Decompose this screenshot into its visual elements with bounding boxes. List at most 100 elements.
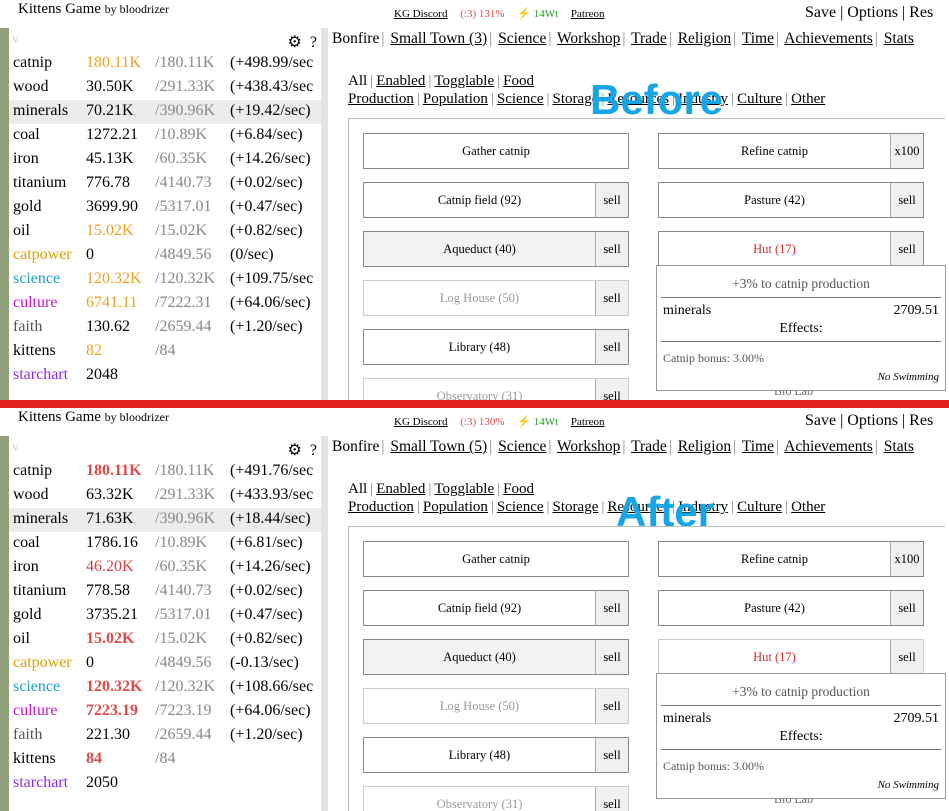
resource-row-gold[interactable]: gold 3699.90/5317.01 (+0.47/sec)	[9, 196, 321, 220]
tab-stats[interactable]: Stats	[884, 30, 914, 47]
library-button[interactable]: Library (48) sell	[363, 329, 629, 365]
sell-button[interactable]: sell	[595, 640, 628, 674]
tab-town[interactable]: Small Town (5)	[390, 438, 487, 455]
resource-row-culture[interactable]: culture 7223.19/7223.19 (+64.06/sec)	[9, 700, 321, 724]
sell-button[interactable]: sell	[890, 591, 923, 625]
sell-button[interactable]: sell	[595, 787, 628, 811]
resource-row-wood[interactable]: wood 30.50K/291.33K (+438.43/sec	[9, 76, 321, 100]
sell-button[interactable]: sell	[890, 183, 923, 217]
resource-row-kittens[interactable]: kittens 84/84	[9, 748, 321, 772]
filter-storage[interactable]: Storage	[553, 499, 599, 515]
filter-enabled[interactable]: Enabled	[376, 73, 425, 89]
resource-row-faith[interactable]: faith 221.30/2659.44 (+1.20/sec)	[9, 724, 321, 748]
resource-row-catnip[interactable]: catnip 180.11K/180.11K (+491.76/sec	[9, 460, 321, 484]
sell-button[interactable]: sell	[595, 232, 628, 266]
resource-row-starchart[interactable]: starchart 2048	[9, 364, 321, 388]
resource-row-titanium[interactable]: titanium 776.78/4140.73 (+0.02/sec)	[9, 172, 321, 196]
refine-x100-button[interactable]: x100	[890, 134, 923, 168]
tab-town[interactable]: Small Town (3)	[390, 30, 487, 47]
patreon-link[interactable]: Patreon	[571, 8, 605, 20]
log-house-button[interactable]: Log House (50) sell	[363, 688, 629, 724]
tab-trade[interactable]: Trade	[631, 438, 667, 455]
aqueduct-button[interactable]: Aqueduct (40) sell	[363, 639, 629, 675]
tab-bonfire[interactable]: Bonfire	[332, 438, 379, 455]
filter-other[interactable]: Other	[791, 91, 825, 107]
catnip-field-button[interactable]: Catnip field (92) sell	[363, 590, 629, 626]
tab-religion[interactable]: Religion	[678, 438, 731, 455]
filter-other[interactable]: Other	[791, 499, 825, 515]
resource-row-wood[interactable]: wood 63.32K/291.33K (+433.93/sec	[9, 484, 321, 508]
observatory-button[interactable]: Observatory (31) sell	[363, 378, 629, 402]
patreon-link[interactable]: Patreon	[571, 416, 605, 428]
filter-enabled[interactable]: Enabled	[376, 481, 425, 497]
sell-button[interactable]: sell	[595, 379, 628, 402]
filter-togglable[interactable]: Togglable	[434, 481, 494, 497]
sell-button[interactable]: sell	[595, 689, 628, 723]
resource-row-gold[interactable]: gold 3735.21/5317.01 (+0.47/sec)	[9, 604, 321, 628]
sell-button[interactable]: sell	[890, 232, 923, 266]
library-button[interactable]: Library (48) sell	[363, 737, 629, 773]
discord-link[interactable]: KG Discord	[394, 416, 447, 428]
refine-x100-button[interactable]: x100	[890, 542, 923, 576]
filter-culture[interactable]: Culture	[737, 499, 782, 515]
resource-row-science[interactable]: science 120.32K/120.32K (+109.75/sec	[9, 268, 321, 292]
tab-science[interactable]: Science	[498, 30, 546, 47]
filter-science[interactable]: Science	[497, 499, 544, 515]
tab-science[interactable]: Science	[498, 438, 546, 455]
refine-catnip-button[interactable]: Refine catnip x100	[658, 541, 924, 577]
hut-button[interactable]: Hut (17) sell	[658, 231, 924, 267]
sell-button[interactable]: sell	[595, 330, 628, 364]
pasture-button[interactable]: Pasture (42) sell	[658, 182, 924, 218]
refine-catnip-button[interactable]: Refine catnip x100	[658, 133, 924, 169]
resource-row-iron[interactable]: iron 46.20K/60.35K (+14.26/sec)	[9, 556, 321, 580]
filter-population[interactable]: Population	[423, 91, 488, 107]
filter-culture[interactable]: Culture	[737, 91, 782, 107]
sell-button[interactable]: sell	[595, 281, 628, 315]
resource-row-minerals[interactable]: minerals 71.63K/390.96K (+18.44/sec)	[9, 508, 321, 532]
resource-row-iron[interactable]: iron 45.13K/60.35K (+14.26/sec)	[9, 148, 321, 172]
tab-trade[interactable]: Trade	[631, 30, 667, 47]
tab-achievements[interactable]: Achievements	[784, 30, 873, 47]
discord-link[interactable]: KG Discord	[394, 8, 447, 20]
filter-population[interactable]: Population	[423, 499, 488, 515]
filter-science[interactable]: Science	[497, 91, 544, 107]
resource-row-starchart[interactable]: starchart 2050	[9, 772, 321, 796]
sell-button[interactable]: sell	[595, 738, 628, 772]
observatory-button[interactable]: Observatory (31) sell	[363, 786, 629, 811]
resource-row-faith[interactable]: faith 130.62/2659.44 (+1.20/sec)	[9, 316, 321, 340]
resource-row-kittens[interactable]: kittens 82/84	[9, 340, 321, 364]
filter-all[interactable]: All	[348, 73, 367, 89]
help-icon[interactable]: ?	[310, 442, 317, 459]
topbar-menu[interactable]: Save | Options | Res	[805, 412, 933, 430]
resource-row-oil[interactable]: oil 15.02K/15.02K (+0.82/sec)	[9, 220, 321, 244]
resource-row-coal[interactable]: coal 1786.16/10.89K (+6.81/sec)	[9, 532, 321, 556]
resource-row-catpower[interactable]: catpower 0/4849.56 (0/sec)	[9, 244, 321, 268]
collapse-toggle[interactable]: v	[12, 32, 19, 47]
tab-workshop[interactable]: Workshop	[557, 438, 620, 455]
filter-togglable[interactable]: Togglable	[434, 73, 494, 89]
help-icon[interactable]: ?	[310, 34, 317, 51]
resource-row-coal[interactable]: coal 1272.21/10.89K (+6.84/sec)	[9, 124, 321, 148]
resource-row-catpower[interactable]: catpower 0/4849.56 (-0.13/sec)	[9, 652, 321, 676]
tab-time[interactable]: Time	[742, 30, 774, 47]
tab-time[interactable]: Time	[742, 438, 774, 455]
tab-stats[interactable]: Stats	[884, 438, 914, 455]
gear-icon[interactable]: ⚙	[288, 34, 302, 51]
hut-button[interactable]: Hut (17) sell	[658, 639, 924, 675]
sell-button[interactable]: sell	[890, 640, 923, 674]
resource-row-catnip[interactable]: catnip 180.11K/180.11K (+498.99/sec	[9, 52, 321, 76]
tab-workshop[interactable]: Workshop	[557, 30, 620, 47]
sell-button[interactable]: sell	[595, 591, 628, 625]
collapse-toggle[interactable]: v	[12, 440, 19, 455]
resource-row-minerals[interactable]: minerals 70.21K/390.96K (+19.42/sec)	[9, 100, 321, 124]
resource-scrollbar[interactable]	[321, 28, 328, 402]
resource-scrollbar[interactable]	[321, 436, 328, 811]
resource-row-oil[interactable]: oil 15.02K/15.02K (+0.82/sec)	[9, 628, 321, 652]
sell-button[interactable]: sell	[595, 183, 628, 217]
tab-achievements[interactable]: Achievements	[784, 438, 873, 455]
resource-row-culture[interactable]: culture 6741.11/7222.31 (+64.06/sec)	[9, 292, 321, 316]
log-house-button[interactable]: Log House (50) sell	[363, 280, 629, 316]
resource-row-titanium[interactable]: titanium 778.58/4140.73 (+0.02/sec)	[9, 580, 321, 604]
pasture-button[interactable]: Pasture (42) sell	[658, 590, 924, 626]
resource-row-science[interactable]: science 120.32K/120.32K (+108.66/sec	[9, 676, 321, 700]
